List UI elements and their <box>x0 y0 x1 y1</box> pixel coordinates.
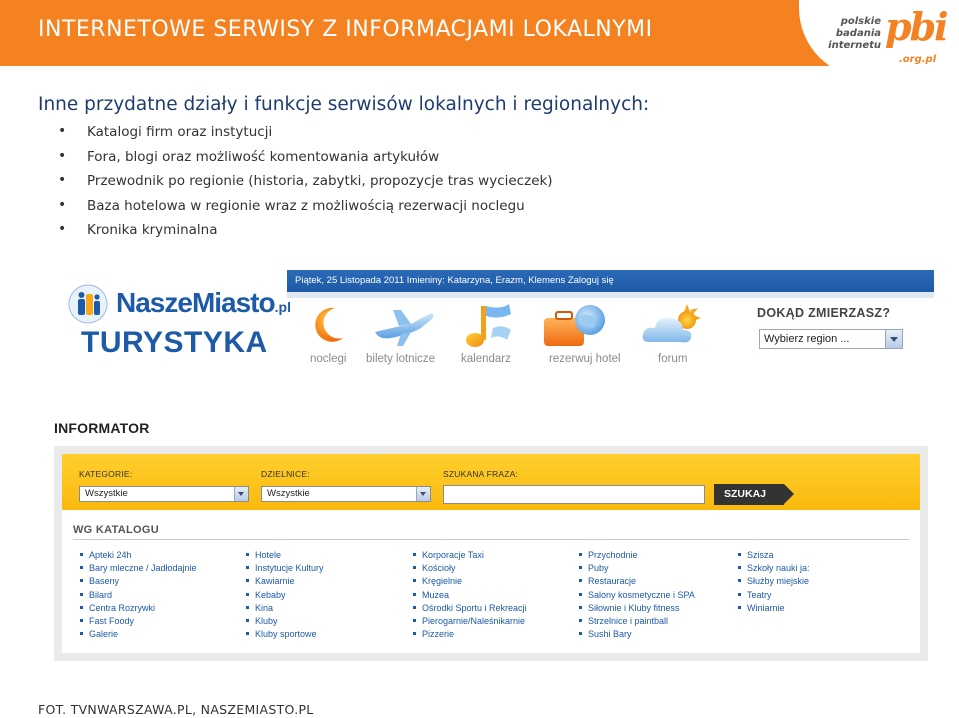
chevron-down-icon[interactable] <box>416 487 430 501</box>
catalog-link[interactable]: Baseny <box>80 575 197 588</box>
search-phrase-input[interactable] <box>443 485 705 504</box>
slide-header: INTERNETOWE SERWISY Z INFORMACJAMI LOKAL… <box>0 0 959 78</box>
nav-forum[interactable]: forum <box>658 353 687 365</box>
catalog-link[interactable]: Ośrodki Sportu i Rekreacji <box>413 602 527 615</box>
bullet-item: Katalogi firm oraz instytucji <box>58 123 553 149</box>
bullet-item: Przewodnik po regionie (historia, zabytk… <box>58 172 553 198</box>
destination-label: DOKĄD ZMIERZASZ? <box>757 306 891 320</box>
fraza-label: SZUKANA FRAZA: <box>443 469 519 479</box>
bullet-item: Kronika kryminalna <box>58 221 553 247</box>
top-info-bar: Piątek, 25 Listopada 2011 Imieniny: Kata… <box>287 270 934 292</box>
nav-rezerwuj-hotel[interactable]: rezerwuj hotel <box>549 353 621 365</box>
airplane-icon[interactable] <box>371 302 441 348</box>
informator-panel: KATEGORIE: DZIELNICE: SZUKANA FRAZA: Wsz… <box>54 446 928 661</box>
catalog-link[interactable]: Strzelnice i paintball <box>579 615 695 628</box>
catalog-link[interactable]: Szisza <box>738 549 810 562</box>
catalog-link[interactable]: Teatry <box>738 589 810 602</box>
catalog-link[interactable]: Bilard <box>80 589 197 602</box>
catalog-column-5: Szisza Szkoły nauki ja: Służby miejskie … <box>738 549 810 615</box>
naszemiasto-screenshot: Piątek, 25 Listopada 2011 Imieniny: Kata… <box>37 270 934 368</box>
catalog-link[interactable]: Muzea <box>413 589 527 602</box>
catalog-link[interactable]: Przychodnie <box>579 549 695 562</box>
catalog-link[interactable]: Sushi Bary <box>579 628 695 641</box>
bullet-item: Fora, blogi oraz możliwość komentowania … <box>58 148 553 174</box>
catalog-link[interactable]: Służby miejskie <box>738 575 810 588</box>
catalog-title: WG KATALOGU <box>73 524 159 536</box>
catalog-column-2: Hotele Instytucje Kultury Kawiarnie Keba… <box>246 549 324 641</box>
catalog-link[interactable]: Fast Foody <box>80 615 197 628</box>
moon-icon[interactable] <box>309 302 349 348</box>
catalog-link[interactable]: Restauracje <box>579 575 695 588</box>
bullet-list: Katalogi firm oraz instytucji Fora, blog… <box>58 123 553 247</box>
catalog-link[interactable]: Kawiarnie <box>246 575 324 588</box>
catalog-link[interactable]: Kina <box>246 602 324 615</box>
cloud-sun-icon[interactable] <box>641 302 705 348</box>
pbi-logo-mark: pbi <box>885 4 949 49</box>
dzielnice-label: DZIELNICE: <box>261 469 310 479</box>
catalog-link[interactable]: Puby <box>579 562 695 575</box>
informator-title: INFORMATOR <box>54 420 150 436</box>
catalog-link[interactable]: Pizzerie <box>413 628 527 641</box>
filter-bar: KATEGORIE: DZIELNICE: SZUKANA FRAZA: Wsz… <box>62 454 920 510</box>
catalog-link[interactable]: Kościoły <box>413 562 527 575</box>
catalog-link[interactable]: Kręgielnie <box>413 575 527 588</box>
catalog-link[interactable]: Kebaby <box>246 589 324 602</box>
pbi-logo: polskie badania internetu pbi .org.pl <box>799 0 959 78</box>
catalog-link[interactable]: Winiarnie <box>738 602 810 615</box>
catalog-link[interactable]: Apteki 24h <box>80 549 197 562</box>
kategorie-label: KATEGORIE: <box>79 469 133 479</box>
slide-title: INTERNETOWE SERWISY Z INFORMACJAMI LOKAL… <box>38 17 653 42</box>
bullet-item: Baza hotelowa w regionie wraz z możliwoś… <box>58 197 553 223</box>
pbi-logo-text: polskie badania internetu <box>828 16 881 51</box>
pbi-logo-domain: .org.pl <box>899 54 937 65</box>
top-bar-strip <box>287 292 934 298</box>
search-button[interactable]: SZUKAJ <box>714 484 794 505</box>
catalog-link[interactable]: Instytucje Kultury <box>246 562 324 575</box>
catalog-link[interactable]: Korporacje Taxi <box>413 549 527 562</box>
photo-credit: FOT. TVNWARSZAWA.PL, NASZEMIASTO.PL <box>38 702 314 717</box>
suitcase-icon[interactable] <box>540 302 610 350</box>
catalog-link[interactable]: Centra Rozrywki <box>80 602 197 615</box>
section-title: TURYSTYKA <box>81 326 268 359</box>
dzielnice-select[interactable]: Wszystkie <box>261 486 431 502</box>
catalog-link[interactable]: Bary mleczne / Jadłodajnie <box>80 562 197 575</box>
chevron-down-icon[interactable] <box>234 487 248 501</box>
nav-bilety-lotnicze[interactable]: bilety lotnicze <box>366 353 435 365</box>
catalog-link[interactable]: Siłownie i Kluby fitness <box>579 602 695 615</box>
nav-noclegi[interactable]: noclegi <box>310 353 346 365</box>
catalog-link[interactable]: Szkoły nauki ja: <box>738 562 810 575</box>
kategorie-select[interactable]: Wszystkie <box>79 486 249 502</box>
nav-kalendarz[interactable]: kalendarz <box>461 353 511 365</box>
catalog-column-4: Przychodnie Puby Restauracje Salony kosm… <box>579 549 695 641</box>
catalog-link[interactable]: Salony kosmetyczne i SPA <box>579 589 695 602</box>
catalog-column-3: Korporacje Taxi Kościoły Kręgielnie Muze… <box>413 549 527 641</box>
naszemiasto-logo-text[interactable]: NaszeMiasto.pl <box>116 287 291 319</box>
region-select[interactable]: Wybierz region ... <box>759 329 903 349</box>
catalog-link[interactable]: Pierogarnie/Naleśnikarnie <box>413 615 527 628</box>
date-nameday-text[interactable]: Piątek, 25 Listopada 2011 Imieniny: Kata… <box>295 275 614 286</box>
naszemiasto-logo-icon[interactable] <box>67 283 109 325</box>
chevron-down-icon[interactable] <box>885 330 902 348</box>
catalog-link[interactable]: Galerie <box>80 628 197 641</box>
catalog-link[interactable]: Hotele <box>246 549 324 562</box>
catalog-link[interactable]: Kluby sportowe <box>246 628 324 641</box>
catalog-link[interactable]: Kluby <box>246 615 324 628</box>
music-note-icon[interactable] <box>461 302 517 350</box>
slide-subtitle: Inne przydatne działy i funkcje serwisów… <box>38 94 650 115</box>
informator-content: KATEGORIE: DZIELNICE: SZUKANA FRAZA: Wsz… <box>62 454 920 653</box>
catalog-column-1: Apteki 24h Bary mleczne / Jadłodajnie Ba… <box>80 549 197 641</box>
catalog-divider <box>73 539 909 540</box>
